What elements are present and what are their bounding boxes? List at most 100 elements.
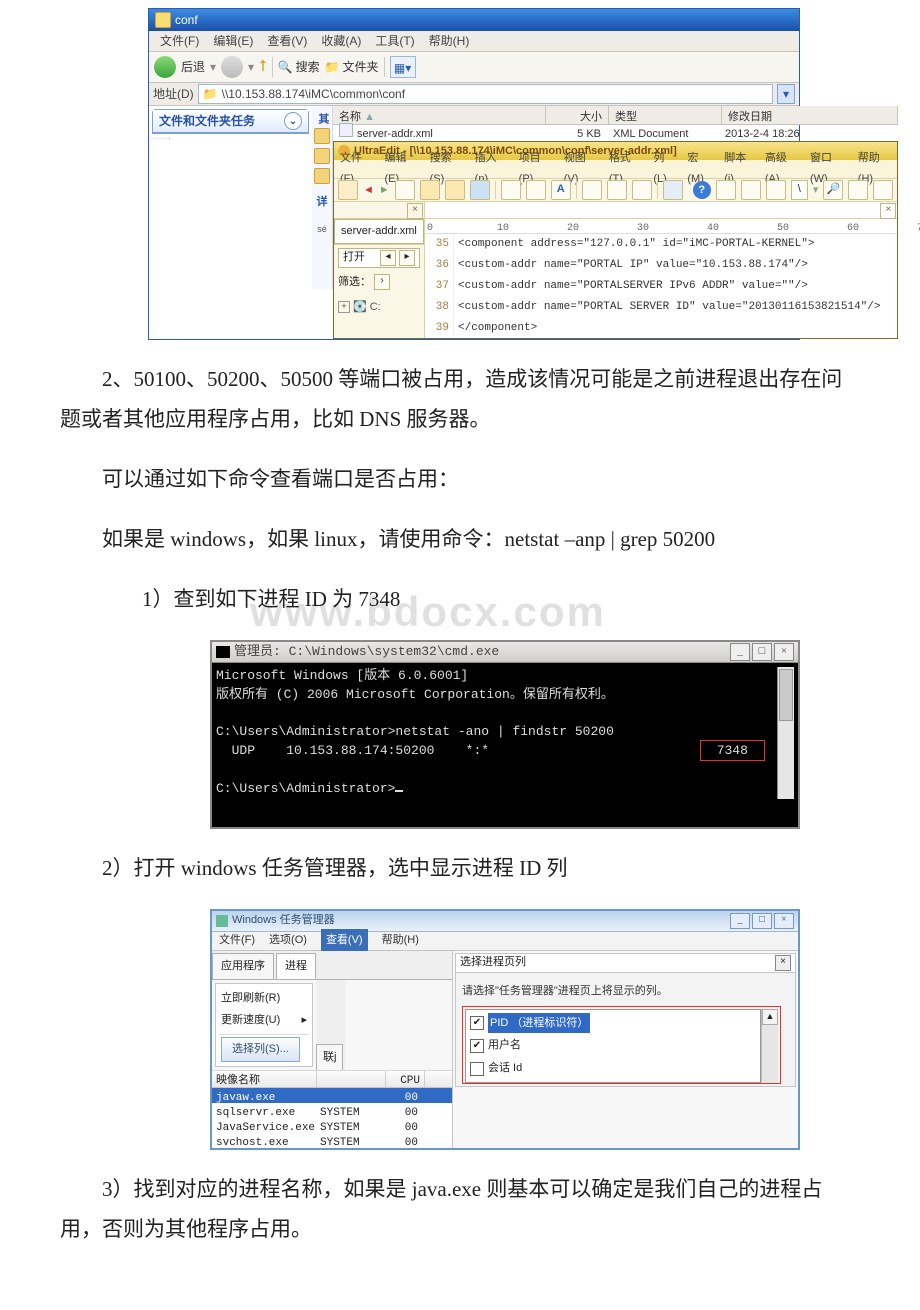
scrollbar[interactable]: [777, 667, 794, 799]
list-item[interactable]: 会话 Id: [468, 1057, 758, 1080]
cmd-titlebar[interactable]: 管理员: C:\Windows\system32\cmd.exe _ □ ×: [212, 642, 798, 663]
scrollbar[interactable]: ▲: [761, 1009, 778, 1084]
tool-find3[interactable]: [873, 180, 893, 200]
explorer-title: conf: [175, 9, 198, 32]
refresh-now[interactable]: 立即刷新(R): [221, 988, 280, 1009]
strip-label: 其: [312, 113, 333, 124]
code-view[interactable]: 35 36 37 38 39 <component address="127.0…: [425, 234, 897, 338]
tool-print[interactable]: [501, 180, 521, 200]
tm-menu-help[interactable]: 帮助(H): [382, 930, 419, 951]
tool-sheet[interactable]: [663, 180, 683, 200]
navback-icon[interactable]: ◂: [380, 250, 396, 266]
tool-list2[interactable]: [607, 180, 627, 200]
menu-tools[interactable]: 工具(T): [375, 30, 414, 53]
tool-doc1[interactable]: [395, 180, 415, 200]
menu-view[interactable]: 查看(V): [267, 30, 307, 53]
checkbox-unchecked-icon[interactable]: [470, 1062, 484, 1076]
menu-favs[interactable]: 收藏(A): [321, 30, 361, 53]
para-5: 2）打开 windows 任务管理器，选中显示进程 ID 列: [60, 849, 860, 889]
menu-edit[interactable]: 编辑(E): [213, 30, 253, 53]
chevron-down-icon[interactable]: ⌄: [284, 112, 302, 130]
expand-icon[interactable]: +: [338, 301, 350, 313]
minimize-button[interactable]: _: [730, 913, 750, 929]
forward-icon[interactable]: [221, 56, 243, 78]
tool-open[interactable]: [420, 180, 440, 200]
tool-open2[interactable]: [445, 180, 465, 200]
columns-listbox[interactable]: ✔ PID （进程标识符） ✔ 用户名 会话 Id: [465, 1009, 761, 1084]
maximize-button[interactable]: □: [752, 913, 772, 929]
tool-cut[interactable]: [716, 180, 736, 200]
list-item[interactable]: ✔ 用户名: [468, 1034, 758, 1057]
up-icon[interactable]: ⭡: [259, 52, 267, 82]
tool-save[interactable]: [470, 180, 490, 200]
filter-apply-icon[interactable]: ›: [374, 274, 390, 290]
tool-prev[interactable]: ◄: [363, 180, 374, 201]
tool-copy[interactable]: [741, 180, 761, 200]
open-panel[interactable]: 打开 ◂ ▸: [338, 248, 420, 268]
col-type[interactable]: 类型: [609, 106, 722, 124]
close-icon[interactable]: ×: [407, 203, 423, 219]
close-button[interactable]: ×: [774, 913, 794, 929]
sort-asc-icon: ▲: [364, 111, 375, 123]
tm-titlebar[interactable]: Windows 任务管理器 _ □ ×: [212, 911, 798, 932]
col-user[interactable]: [317, 1071, 386, 1087]
explorer-titlebar[interactable]: conf: [149, 9, 799, 31]
col-name[interactable]: 名称 ▲: [333, 106, 546, 124]
tool-list[interactable]: [582, 180, 602, 200]
tool-paste[interactable]: [766, 180, 786, 200]
checkbox-checked-icon[interactable]: ✔: [470, 1016, 484, 1030]
checkbox-checked-icon[interactable]: ✔: [470, 1039, 484, 1053]
tm-menu-file[interactable]: 文件(F): [219, 930, 255, 951]
tool-dropdown-icon[interactable]: ▾: [813, 180, 819, 201]
tm-menu-view[interactable]: 查看(V): [321, 929, 368, 952]
close-button[interactable]: ×: [775, 955, 791, 971]
tool-num[interactable]: [632, 180, 652, 200]
col-date[interactable]: 修改日期: [722, 106, 898, 124]
tool-next[interactable]: ►: [379, 180, 390, 201]
tool-find[interactable]: 🔎: [823, 180, 843, 200]
select-columns-button[interactable]: 选择列(S)...: [221, 1037, 300, 1062]
tab-procs[interactable]: 进程: [276, 953, 316, 979]
maximize-button[interactable]: □: [752, 643, 772, 661]
col-image[interactable]: 映像名称: [212, 1071, 317, 1087]
views-button[interactable]: ▦▾: [390, 56, 416, 78]
tm-menu-options[interactable]: 选项(O): [269, 930, 307, 951]
col-size[interactable]: 大小: [546, 106, 609, 124]
back-icon[interactable]: [154, 56, 176, 78]
tool-find2[interactable]: [848, 180, 868, 200]
tool-preview[interactable]: [526, 180, 546, 200]
ue-file-tab[interactable]: server-addr.xml: [334, 219, 424, 244]
minimize-button[interactable]: _: [730, 643, 750, 661]
address-field[interactable]: 📁 \\10.153.88.174\iMC\common\conf: [198, 84, 773, 104]
go-button[interactable]: ▾: [777, 84, 795, 104]
cmd-body[interactable]: Microsoft Windows [版本 6.0.6001] 版权所有 (C)…: [212, 663, 798, 827]
search-button[interactable]: 🔍搜索: [278, 56, 320, 79]
folders-button[interactable]: 📁文件夹: [325, 56, 379, 79]
navfwd-icon[interactable]: ▸: [399, 250, 415, 266]
scrollbar-thumb[interactable]: [779, 669, 793, 721]
drive-label[interactable]: C:: [370, 297, 381, 318]
para-3-wrap: 如果是 windows，如果 linux，请使用命令：netstat –anp …: [60, 520, 860, 560]
close-button[interactable]: ×: [774, 643, 794, 661]
process-row[interactable]: JavaService.exeSYSTEM00: [212, 1118, 452, 1133]
list-item[interactable]: ✔ PID （进程标识符）: [468, 1012, 758, 1035]
menu-file[interactable]: 文件(F): [160, 30, 199, 53]
tab-net[interactable]: 联j: [316, 1044, 343, 1070]
back-label[interactable]: 后退: [181, 56, 205, 79]
process-row[interactable]: sqlservr.exeSYSTEM00: [212, 1103, 452, 1118]
menu-help[interactable]: 帮助(H): [429, 30, 470, 53]
tasks-header[interactable]: 文件和文件夹任务 ⌄: [153, 110, 308, 133]
update-speed[interactable]: 更新速度(U): [221, 1010, 280, 1031]
tab-apps[interactable]: 应用程序: [212, 953, 274, 979]
process-row[interactable]: javaw.exe00: [212, 1088, 452, 1103]
tool-help[interactable]: ?: [693, 181, 711, 199]
tool-pathbox[interactable]: \: [791, 180, 808, 200]
tool-a[interactable]: A: [551, 180, 571, 200]
close-icon[interactable]: ×: [880, 203, 896, 219]
col-cpu[interactable]: CPU: [386, 1071, 425, 1087]
details-icon[interactable]: 详: [312, 192, 332, 213]
scroll-up-icon[interactable]: ▲: [762, 1009, 778, 1025]
tool-new[interactable]: [338, 180, 358, 200]
process-row[interactable]: svchost.exeSYSTEM00: [212, 1133, 452, 1148]
dlg-titlebar[interactable]: 选择进程页列 ×: [456, 954, 795, 973]
